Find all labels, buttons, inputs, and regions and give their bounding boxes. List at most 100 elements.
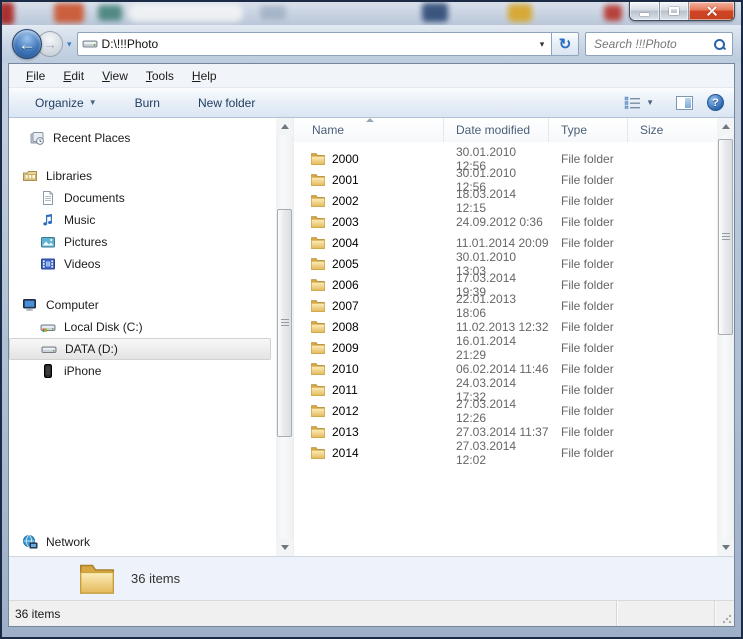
navigation-bar: ← → ▾ D:\!!!Photo ▾ ↻	[2, 25, 741, 63]
file-type: File folder	[549, 299, 628, 313]
menu-help[interactable]: Help	[183, 66, 226, 86]
folder-icon	[310, 256, 326, 272]
window-frame: File Edit View Tools Help Organize ▼ Bur…	[2, 63, 741, 637]
back-button[interactable]: ←	[12, 29, 42, 59]
file-name: 2007	[332, 299, 359, 313]
folder-icon	[310, 172, 326, 188]
status-bar: 36 items	[9, 600, 734, 626]
sidebar-item-data-d[interactable]: DATA (D:)	[9, 338, 271, 360]
file-name: 2001	[332, 173, 359, 187]
file-type: File folder	[549, 215, 628, 229]
file-name: 2004	[332, 236, 359, 250]
sidebar-item-recent-places[interactable]: Recent Places	[9, 127, 276, 149]
refresh-button[interactable]: ↻	[551, 33, 578, 55]
file-row[interactable]: 2012 27.03.2014 12:26 File folder	[294, 400, 717, 421]
address-path[interactable]: D:\!!!Photo	[102, 33, 533, 55]
libraries-icon	[22, 168, 38, 184]
recent-pages-chevron-icon[interactable]: ▾	[67, 39, 72, 50]
scrollbar-track[interactable]	[276, 135, 293, 539]
sidebar-scrollbar	[276, 118, 293, 556]
file-name: 2009	[332, 341, 359, 355]
address-bar[interactable]: D:\!!!Photo ▾ ↻	[77, 32, 579, 56]
file-date-modified: 22.01.2013 18:06	[444, 292, 549, 320]
scrollbar-thumb[interactable]	[277, 209, 292, 437]
file-name: 2010	[332, 362, 359, 376]
new-folder-button[interactable]: New folder	[190, 92, 263, 114]
help-button[interactable]: ?	[707, 94, 724, 111]
menu-file[interactable]: File	[17, 66, 54, 86]
scroll-up-button[interactable]	[717, 118, 734, 135]
file-row[interactable]: 2002 18.03.2014 12:15 File folder	[294, 190, 717, 211]
minimize-button[interactable]	[630, 2, 659, 20]
caption-buttons	[629, 2, 735, 21]
column-header-type[interactable]: Type	[549, 118, 628, 142]
file-date-modified: 24.09.2012 0:36	[444, 215, 549, 229]
sidebar-item-network[interactable]: Network	[9, 531, 276, 553]
file-name: 2014	[332, 446, 359, 460]
forward-arrow-icon: →	[43, 37, 57, 51]
maximize-button[interactable]	[659, 2, 688, 20]
change-view-button[interactable]: ▼	[616, 92, 662, 113]
search-input[interactable]	[594, 37, 713, 51]
document-icon	[40, 190, 56, 206]
file-name: 2005	[332, 257, 359, 271]
menu-edit[interactable]: Edit	[54, 66, 93, 86]
column-header-size[interactable]: Size	[628, 118, 717, 142]
folder-icon	[310, 151, 326, 167]
sidebar-item-music[interactable]: Music	[9, 209, 276, 231]
menu-view[interactable]: View	[93, 66, 137, 86]
file-row[interactable]: 2014 27.03.2014 12:02 File folder	[294, 442, 717, 463]
thumb-grip-icon	[722, 233, 730, 241]
sidebar-item-documents[interactable]: Documents	[9, 187, 276, 209]
file-name: 2003	[332, 215, 359, 229]
menu-tools[interactable]: Tools	[137, 66, 183, 86]
arrow-up-icon	[722, 124, 730, 129]
sidebar-item-local-disk-c[interactable]: Local Disk (C:)	[9, 316, 276, 338]
drive-icon	[78, 33, 102, 55]
drive-icon	[41, 341, 57, 357]
file-name: 2013	[332, 425, 359, 439]
file-name: 2002	[332, 194, 359, 208]
address-dropdown-button[interactable]: ▾	[533, 33, 551, 55]
sidebar-item-computer[interactable]: Computer	[9, 294, 276, 316]
file-type: File folder	[549, 383, 628, 397]
scroll-down-button[interactable]	[717, 539, 734, 556]
command-bar: Organize ▼ Burn New folder ▼	[9, 88, 734, 118]
file-type: File folder	[549, 362, 628, 376]
minimize-icon	[640, 13, 649, 16]
sidebar-item-libraries[interactable]: Libraries	[9, 165, 276, 187]
column-headers: Name Date modified Type Size	[294, 118, 717, 142]
preview-pane-button[interactable]	[676, 96, 693, 110]
system-drive-icon	[40, 319, 56, 335]
status-item-count: 36 items	[9, 607, 616, 621]
folder-icon-large	[77, 558, 117, 600]
sidebar-item-pictures[interactable]: Pictures	[9, 231, 276, 253]
folder-icon	[310, 277, 326, 293]
folder-icon	[310, 382, 326, 398]
folder-icon	[310, 235, 326, 251]
file-name: 2011	[332, 383, 358, 397]
search-icon[interactable]	[713, 38, 726, 51]
file-row[interactable]: 2007 22.01.2013 18:06 File folder	[294, 295, 717, 316]
column-header-name[interactable]: Name	[294, 118, 444, 142]
resize-grip-icon[interactable]	[722, 614, 732, 624]
item-count-summary: 36 items	[131, 571, 180, 586]
file-row[interactable]: 2003 24.09.2012 0:36 File folder	[294, 211, 717, 232]
sidebar-item-videos[interactable]: Videos	[9, 253, 276, 275]
film-icon	[40, 256, 56, 272]
file-type: File folder	[549, 194, 628, 208]
scrollbar-thumb[interactable]	[718, 139, 733, 335]
sort-ascending-icon	[366, 118, 374, 122]
file-row[interactable]: 2009 16.01.2014 21:29 File folder	[294, 337, 717, 358]
scroll-down-button[interactable]	[276, 539, 293, 556]
column-header-date-modified[interactable]: Date modified	[444, 118, 549, 142]
organize-button[interactable]: Organize ▼	[27, 92, 105, 114]
close-button[interactable]	[688, 2, 734, 20]
scroll-up-button[interactable]	[276, 118, 293, 135]
sidebar-item-iphone[interactable]: iPhone	[9, 360, 276, 382]
scrollbar-track[interactable]	[717, 135, 734, 539]
file-date-modified: 27.03.2014 12:26	[444, 397, 549, 425]
burn-button[interactable]: Burn	[127, 92, 168, 114]
status-cell	[714, 601, 734, 626]
folder-icon	[310, 214, 326, 230]
